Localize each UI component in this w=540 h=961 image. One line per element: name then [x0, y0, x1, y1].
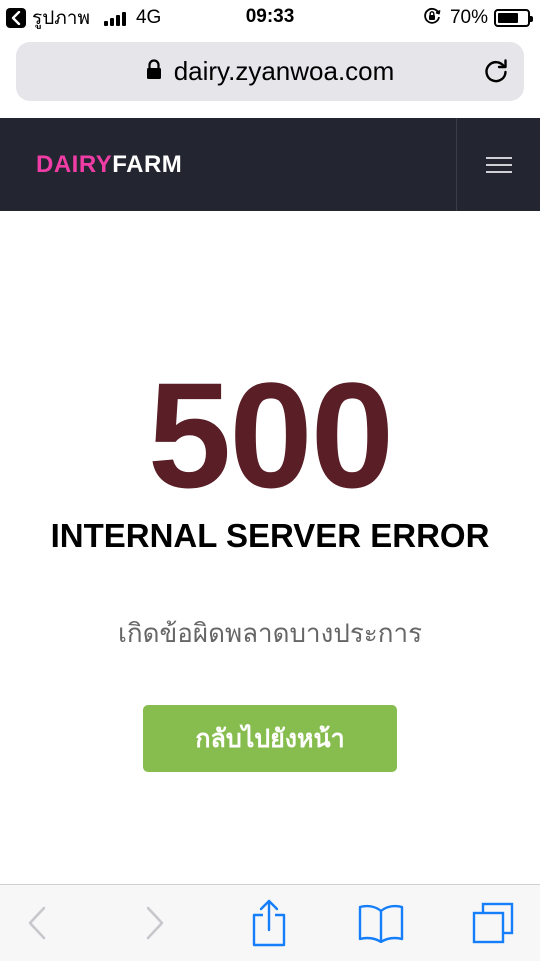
bookmarks-icon[interactable] — [346, 885, 416, 961]
hamburger-menu-icon[interactable] — [457, 118, 540, 211]
logo-part-farm: FARM — [112, 151, 183, 178]
battery-percent: 70% — [449, 7, 488, 28]
tabs-icon[interactable] — [458, 885, 528, 961]
browser-address-area: dairy.zyanwoa.com — [0, 36, 540, 118]
battery-icon — [494, 9, 533, 27]
site-header: DAIRYFARM — [0, 118, 540, 211]
lock-icon — [146, 58, 162, 85]
status-right: 70% — [422, 6, 533, 31]
error-title: INTERNAL SERVER ERROR — [50, 517, 490, 554]
address-bar[interactable]: dairy.zyanwoa.com — [16, 42, 524, 101]
error-message: เกิดข้อผิดพลาดบางประการ — [117, 619, 423, 649]
url-text[interactable]: dairy.zyanwoa.com — [174, 56, 395, 87]
browser-toolbar — [0, 884, 540, 961]
forward-arrow-icon[interactable] — [120, 885, 190, 961]
back-to-page-button[interactable]: กลับไปยังหน้า — [143, 705, 397, 772]
logo-part-dairy: DAIRY — [36, 151, 113, 178]
back-arrow-icon[interactable] — [2, 885, 72, 961]
error-code: 500 — [147, 351, 394, 519]
rotation-lock-icon — [422, 6, 442, 31]
share-icon[interactable] — [234, 885, 304, 961]
reload-icon[interactable] — [482, 57, 510, 90]
site-logo[interactable]: DAIRYFARM — [36, 151, 182, 179]
status-bar: รูปภาพ 4G 09:33 70% — [0, 0, 540, 36]
